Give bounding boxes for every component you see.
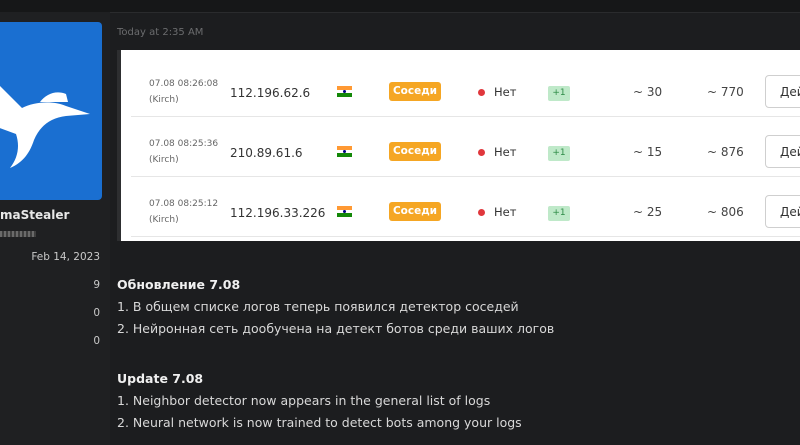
neighbors-badge: Соседи [389, 142, 441, 161]
log-datetime: 07.08 08:26:08 (Kirch) [149, 79, 219, 105]
ru-update-title: Обновление 7.08 [117, 277, 241, 292]
india-flag-icon [337, 146, 352, 157]
ru-update-item: 2. Нейронная сеть дообучена на детект бо… [117, 321, 555, 336]
status-dot-icon [478, 149, 485, 156]
plus-badge: +1 [548, 146, 570, 161]
table-row: 07.08 08:25:36 (Kirch) 210.89.61.6 Сосед… [131, 116, 800, 177]
stat-reactions: 0 [93, 307, 100, 319]
status-text: Нет [494, 145, 517, 159]
value-approx-1: ~ 25 [633, 205, 663, 219]
post-timestamp[interactable]: Today at 2:35 AM [117, 27, 203, 38]
user-avatar[interactable] [0, 22, 102, 200]
join-date: Feb 14, 2023 [31, 251, 100, 263]
india-flag-icon [337, 206, 352, 217]
table-row: 07.08 08:25:12 (Kirch) 112.196.33.226 Со… [131, 176, 800, 237]
log-ip: 112.196.33.226 [230, 206, 326, 220]
india-flag-icon [337, 86, 352, 97]
table-row: 07.08 08:26:08 (Kirch) 112.196.62.6 Сосе… [131, 56, 800, 117]
log-datetime: 07.08 08:25:12 (Kirch) [149, 199, 219, 225]
action-button: Дей [765, 195, 800, 228]
neighbors-badge: Соседи [389, 82, 441, 101]
status-text: Нет [494, 85, 517, 99]
status-text: Нет [494, 205, 517, 219]
en-update-item: 2. Neural network is now trained to dete… [117, 415, 522, 430]
log-ip: 112.196.62.6 [230, 86, 311, 100]
plus-badge: +1 [548, 86, 570, 101]
value-approx-2: ~ 806 [707, 205, 744, 219]
log-ip: 210.89.61.6 [230, 146, 303, 160]
logs-table-screenshot: 07.08 08:26:08 (Kirch) 112.196.62.6 Сосе… [117, 50, 800, 241]
stat-points: 0 [93, 335, 100, 347]
hummingbird-logo-icon [0, 86, 90, 168]
post-body: Обновление 7.08 1. В общем списке логов … [117, 274, 797, 434]
log-datetime: 07.08 08:25:36 (Kirch) [149, 139, 219, 165]
en-update-title: Update 7.08 [117, 371, 204, 386]
value-approx-2: ~ 770 [707, 85, 744, 99]
action-button: Дей [765, 135, 800, 168]
status-dot-icon [478, 89, 485, 96]
stat-messages: 9 [93, 279, 100, 291]
forum-top-bar [0, 0, 800, 13]
en-update-item: 1. Neighbor detector now appears in the … [117, 393, 491, 408]
value-approx-1: ~ 15 [633, 145, 663, 159]
username[interactable]: maStealer [0, 208, 69, 222]
action-button: Дей [765, 75, 800, 108]
status-dot-icon [478, 209, 485, 216]
plus-badge: +1 [548, 206, 570, 221]
value-approx-1: ~ 30 [633, 85, 663, 99]
user-title-placeholder [0, 231, 36, 237]
ru-update-item: 1. В общем списке логов теперь появился … [117, 299, 519, 314]
neighbors-badge: Соседи [389, 202, 441, 221]
value-approx-2: ~ 876 [707, 145, 744, 159]
